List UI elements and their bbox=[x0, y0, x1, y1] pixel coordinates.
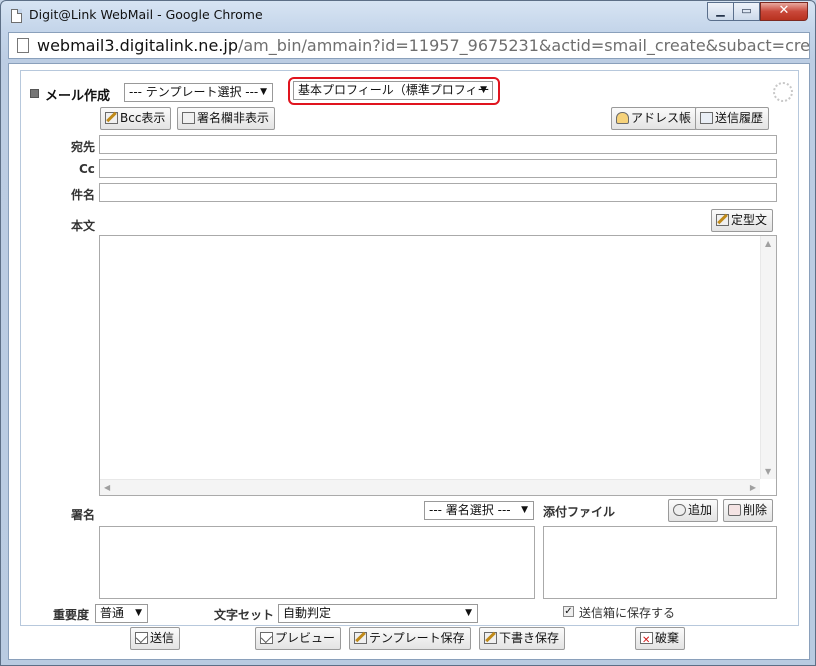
address-book-label: アドレス帳 bbox=[631, 111, 692, 125]
save-template-button[interactable]: テンプレート保存 bbox=[349, 627, 471, 650]
title-bar: Digit@Link WebMail - Google Chrome ▁ ▭ ✕ bbox=[1, 1, 815, 31]
dropdown-arrow-icon: ▼ bbox=[135, 608, 142, 618]
save-draft-label: 下書き保存 bbox=[499, 631, 560, 645]
to-field[interactable] bbox=[99, 135, 777, 154]
send-mail-icon bbox=[135, 632, 148, 644]
attach-add-button[interactable]: 追加 bbox=[668, 499, 719, 522]
send-history-button[interactable]: 送信履歴 bbox=[695, 107, 770, 130]
bcc-toggle-button[interactable]: Bcc表示 bbox=[100, 107, 172, 130]
url-path: /am_bin/ammain?id=11957_9675231&actid=sm… bbox=[237, 36, 809, 55]
attachment-list[interactable] bbox=[543, 526, 777, 599]
compose-form: メール作成 --- テンプレート選択 --- ▼ 基本プロフィール（標準プロフィ… bbox=[20, 70, 799, 626]
boilerplate-label: 定型文 bbox=[731, 213, 768, 227]
horizontal-scrollbar[interactable]: ◀ ▶ bbox=[100, 479, 760, 495]
section-title: メール作成 bbox=[45, 89, 111, 104]
address-book-button[interactable]: アドレス帳 bbox=[611, 107, 698, 130]
signature-select[interactable]: --- 署名選択 --- ▼ bbox=[424, 501, 534, 520]
charset-label: 文字セット bbox=[214, 608, 275, 622]
bcc-toggle-label: Bcc表示 bbox=[120, 111, 166, 125]
attach-add-icon bbox=[673, 504, 686, 516]
attachment-label: 添付ファイル bbox=[543, 505, 616, 519]
attach-delete-label: 削除 bbox=[743, 503, 768, 517]
maximize-icon: ▭ bbox=[741, 4, 752, 17]
priority-label: 重要度 bbox=[53, 608, 90, 622]
signature-icon bbox=[182, 112, 195, 124]
priority-select-value: 普通 bbox=[100, 606, 125, 620]
cc-label: Cc bbox=[79, 162, 95, 176]
page-icon bbox=[17, 38, 29, 53]
charset-select[interactable]: 自動判定 ▼ bbox=[278, 604, 478, 623]
dropdown-arrow-icon: ▼ bbox=[480, 85, 487, 95]
subject-field[interactable] bbox=[99, 183, 777, 202]
body-textarea[interactable]: ▲ ▼ ◀ ▶ bbox=[99, 235, 777, 496]
window-title: Digit@Link WebMail - Google Chrome bbox=[29, 7, 263, 22]
attach-delete-icon bbox=[728, 504, 741, 516]
maximize-button[interactable]: ▭ bbox=[733, 2, 760, 21]
page-content: メール作成 --- テンプレート選択 --- ▼ 基本プロフィール（標準プロフィ… bbox=[8, 63, 810, 660]
profile-select-value: 基本プロフィール（標準プロフィー bbox=[298, 83, 490, 97]
save-template-icon bbox=[354, 632, 367, 644]
signature-textarea[interactable] bbox=[99, 526, 535, 599]
template-select-value: --- テンプレート選択 --- bbox=[129, 85, 259, 99]
close-icon: ✕ bbox=[778, 3, 790, 18]
edit-icon bbox=[105, 112, 118, 124]
loading-spinner-icon bbox=[773, 82, 793, 102]
scroll-down-icon[interactable]: ▼ bbox=[765, 467, 771, 476]
cc-field[interactable] bbox=[99, 159, 777, 178]
signature-toggle-label: 署名欄非表示 bbox=[197, 111, 270, 125]
dropdown-arrow-icon: ▼ bbox=[465, 608, 472, 618]
signature-select-value: --- 署名選択 --- bbox=[429, 503, 511, 517]
preview-icon bbox=[260, 632, 273, 644]
signature-label: 署名 bbox=[71, 508, 96, 522]
page-icon bbox=[11, 9, 22, 23]
discard-button[interactable]: 破棄 bbox=[635, 627, 686, 651]
url-text[interactable]: webmail3.digitalink.ne.jp/am_bin/ammain?… bbox=[37, 36, 809, 55]
priority-select[interactable]: 普通 ▼ bbox=[95, 604, 148, 623]
signature-toggle-button[interactable]: 署名欄非表示 bbox=[177, 107, 276, 130]
attach-add-label: 追加 bbox=[688, 503, 713, 517]
close-button[interactable]: ✕ bbox=[760, 2, 808, 21]
dropdown-arrow-icon: ▼ bbox=[521, 505, 528, 515]
save-draft-button[interactable]: 下書き保存 bbox=[479, 627, 566, 650]
discard-label: 破棄 bbox=[655, 631, 680, 645]
body-label: 本文 bbox=[71, 219, 96, 233]
discard-icon bbox=[640, 630, 653, 651]
minimize-button[interactable]: ▁ bbox=[707, 2, 734, 21]
send-button[interactable]: 送信 bbox=[130, 627, 181, 650]
to-label: 宛先 bbox=[71, 140, 96, 154]
preview-button[interactable]: プレビュー bbox=[255, 627, 342, 650]
scroll-up-icon[interactable]: ▲ bbox=[765, 239, 771, 248]
draft-icon bbox=[484, 632, 497, 644]
url-host: webmail3.digitalink.ne.jp bbox=[37, 36, 238, 55]
address-book-icon bbox=[616, 112, 629, 124]
send-label: 送信 bbox=[150, 631, 175, 645]
charset-select-value: 自動判定 bbox=[283, 606, 332, 620]
browser-window: Digit@Link WebMail - Google Chrome ▁ ▭ ✕… bbox=[0, 0, 816, 666]
template-select[interactable]: --- テンプレート選択 --- ▼ bbox=[124, 83, 273, 102]
boilerplate-button[interactable]: 定型文 bbox=[711, 209, 774, 232]
save-template-label: テンプレート保存 bbox=[369, 631, 465, 645]
subject-label: 件名 bbox=[71, 188, 96, 202]
address-bar[interactable]: webmail3.digitalink.ne.jp/am_bin/ammain?… bbox=[8, 32, 810, 59]
attach-delete-button[interactable]: 削除 bbox=[723, 499, 774, 522]
minimize-icon: ▁ bbox=[716, 4, 725, 17]
history-icon bbox=[700, 112, 713, 124]
save-to-sent-checkbox[interactable]: ✓ bbox=[563, 606, 574, 617]
preview-label: プレビュー bbox=[275, 631, 336, 645]
edit-icon bbox=[716, 214, 729, 226]
vertical-scrollbar[interactable]: ▲ ▼ bbox=[760, 236, 776, 479]
dropdown-arrow-icon: ▼ bbox=[260, 87, 267, 97]
scroll-right-icon[interactable]: ▶ bbox=[750, 483, 756, 492]
save-to-sent-label: 送信箱に保存する bbox=[579, 606, 676, 620]
section-bullet-icon bbox=[30, 89, 39, 98]
profile-select[interactable]: 基本プロフィール（標準プロフィー ▼ bbox=[293, 81, 493, 100]
scroll-left-icon[interactable]: ◀ bbox=[104, 483, 110, 492]
send-history-label: 送信履歴 bbox=[715, 111, 764, 125]
